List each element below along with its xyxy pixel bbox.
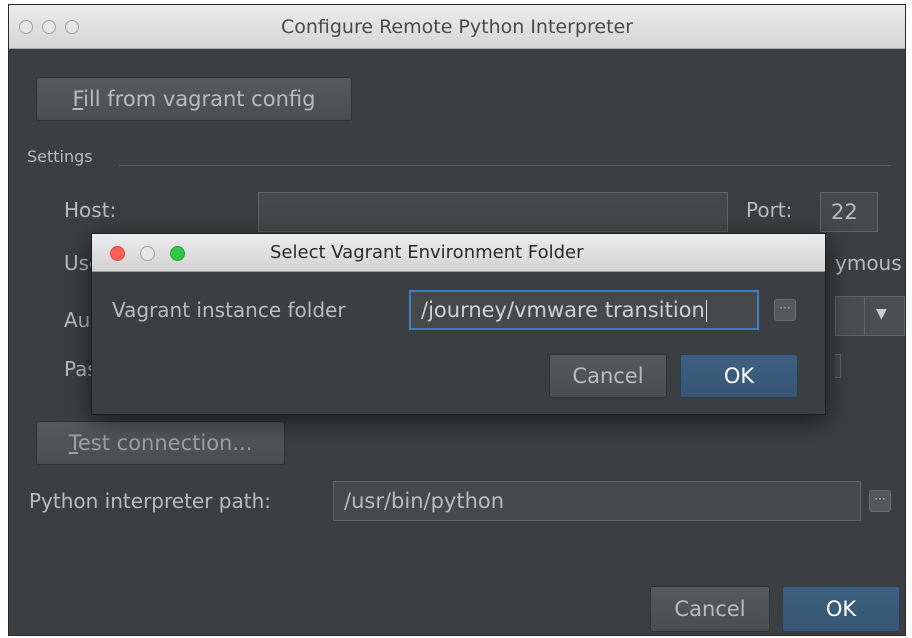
test-connection-button[interactable]: Test connection... <box>36 421 285 465</box>
vagrant-folder-value: /journey/vmware transition <box>421 298 705 322</box>
ellipsis-icon[interactable]: ··· <box>774 299 796 321</box>
fill-button-mnemonic: F <box>72 87 84 111</box>
password-input[interactable] <box>835 354 841 378</box>
chevron-down-icon[interactable]: ▼ <box>876 306 887 322</box>
interpreter-path-label: Python interpreter path: <box>29 489 272 513</box>
traffic-light-zoom-icon[interactable] <box>170 246 185 261</box>
port-label: Port: <box>746 198 793 222</box>
ok-button[interactable]: OK <box>782 586 900 632</box>
window-titlebar[interactable]: Configure Remote Python Interpreter <box>9 5 905 49</box>
traffic-light-close-icon[interactable] <box>110 246 125 261</box>
host-input[interactable] <box>258 192 728 232</box>
vagrant-folder-label: Vagrant instance folder <box>112 298 346 322</box>
traffic-light-minimize-icon[interactable] <box>140 246 155 261</box>
auth-type-select[interactable]: ▼ <box>835 296 905 336</box>
settings-divider <box>119 165 891 166</box>
fill-button-label: ill from vagrant config <box>83 87 316 111</box>
test-button-mnemonic: T <box>68 431 78 455</box>
anonymous-checkbox-label: ymous <box>835 251 902 275</box>
test-button-label: est connection... <box>77 431 253 455</box>
auth-type-label: Au <box>64 308 91 332</box>
cancel-button[interactable]: Cancel <box>650 586 770 632</box>
auth-select-divider <box>864 297 865 335</box>
window-title: Configure Remote Python Interpreter <box>280 16 634 38</box>
dialog-ok-button[interactable]: OK <box>680 354 798 398</box>
ellipsis-icon[interactable]: ··· <box>869 490 891 512</box>
dialog-cancel-button[interactable]: Cancel <box>549 354 667 398</box>
fill-from-vagrant-config-button[interactable]: Fill from vagrant config <box>36 77 352 121</box>
host-label: Host: <box>64 198 117 222</box>
dialog-titlebar[interactable]: Select Vagrant Environment Folder <box>92 234 825 272</box>
port-input[interactable]: 22 <box>820 192 878 232</box>
select-vagrant-folder-dialog: Select Vagrant Environment Folder Vagran… <box>91 233 826 415</box>
dialog-title: Select Vagrant Environment Folder <box>270 242 584 263</box>
settings-section-label: Settings <box>27 147 93 166</box>
text-cursor <box>705 300 707 322</box>
vagrant-folder-input[interactable]: /journey/vmware transition <box>409 290 759 330</box>
interpreter-path-input[interactable]: /usr/bin/python <box>333 481 861 521</box>
